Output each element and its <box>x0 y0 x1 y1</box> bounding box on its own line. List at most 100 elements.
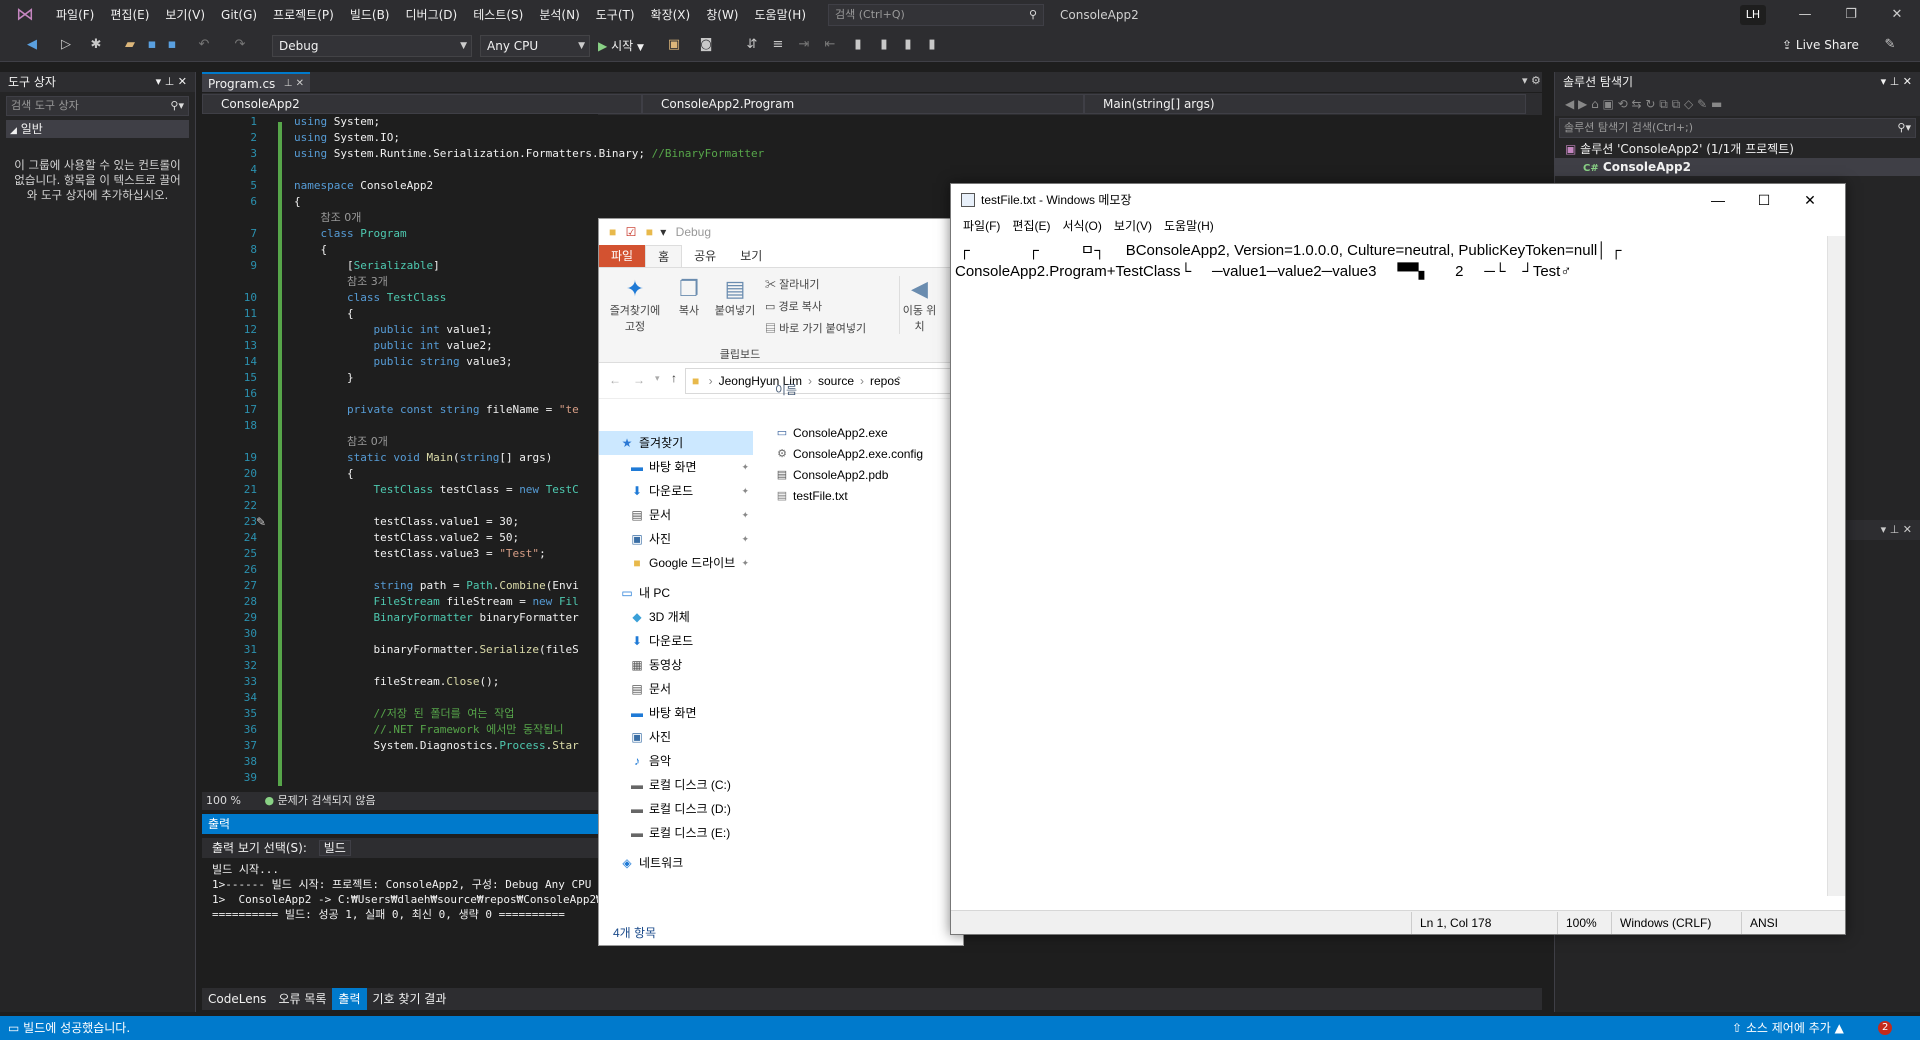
solution-root-item[interactable]: ▣ 솔루션 'ConsoleApp2' (1/1개 프로젝트) <box>1555 140 1920 158</box>
output-source-value[interactable]: 빌드 <box>318 840 351 856</box>
up-icon[interactable]: ↑ <box>671 371 677 385</box>
notepad-text-area[interactable]: ┌ ┌ ㅁ┐ BConsoleApp2, Version=1.0.0.0, Cu… <box>953 236 1827 888</box>
breadcrumb[interactable]: ■ › JeongHyun Lim › source › repos <box>685 368 975 394</box>
back-icon[interactable]: ◀ <box>24 37 40 53</box>
solution-toolbar-icons[interactable]: ◀ ▶ ⌂ ▣ ⟲ ⇆ ↻ ⧉ ⧉ ◇ ✎ ▬ <box>1565 97 1722 111</box>
nav-item[interactable]: ■ Google 드라이브 ✦ <box>599 551 753 575</box>
indent-icon[interactable]: ⇥ <box>796 37 812 53</box>
tab-overflow-icon[interactable]: ▾ ⚙ <box>1522 74 1541 87</box>
browser-link-icon[interactable]: ▣ <box>666 37 682 53</box>
move-to-button[interactable]: ◀ 이동 위치 <box>899 276 939 334</box>
pin-icon[interactable]: ✦ <box>741 479 749 503</box>
file-item[interactable]: ▤ ConsoleApp2.pdb <box>769 465 965 486</box>
pin-quick-access-button[interactable]: ✦ 즐겨찾기에 고정 <box>605 276 665 334</box>
user-avatar[interactable]: LH <box>1740 5 1766 25</box>
vs-search-box[interactable]: 검색 (Ctrl+Q) ⚲ <box>828 4 1045 26</box>
ribbon-tab[interactable]: 공유 <box>682 245 728 267</box>
notepad-menu-item[interactable]: 파일(F) <box>957 216 1006 236</box>
start-button[interactable]: ▶ 시작 ▼ <box>598 36 644 56</box>
notification-badge[interactable]: 2 <box>1878 1021 1893 1035</box>
pin-icon[interactable]: ✦ <box>741 527 749 551</box>
ribbon-tab[interactable]: 홈 <box>645 245 683 267</box>
menu-item[interactable]: 편집(E) <box>102 0 157 30</box>
configuration-dropdown[interactable]: Debug ▼ <box>272 35 472 57</box>
ribbon-tab[interactable]: 파일 <box>599 245 646 267</box>
menu-item[interactable]: Git(G) <box>213 0 265 30</box>
nav-item[interactable]: ▦ 동영상 <box>599 653 753 677</box>
column-header-name[interactable]: 이름 <box>775 381 797 398</box>
new-folder-icon[interactable]: ■ <box>646 225 653 239</box>
paste-button[interactable]: ▤ 붙여넣기 <box>711 276 759 318</box>
nav-item[interactable]: ▣ 사진 <box>599 725 753 749</box>
bookmark-clear-icon[interactable]: ▮ <box>924 37 940 53</box>
bottom-tab[interactable]: 오류 목록 <box>272 988 332 1010</box>
pin-icon[interactable]: ✦ <box>741 551 749 575</box>
bookmark-icon[interactable]: ▮ <box>850 37 866 53</box>
breadcrumb-separator-icon[interactable]: › <box>860 374 864 388</box>
member-dropdown[interactable]: Main(string[] args) <box>1084 94 1526 114</box>
menu-item[interactable]: 파일(F) <box>48 0 102 30</box>
close-icon[interactable]: ✕ <box>1787 184 1833 216</box>
cut-button[interactable]: ✂ 잘라내기 <box>765 276 820 292</box>
bottom-tab[interactable]: 기호 찾기 결과 <box>367 988 453 1010</box>
file-item[interactable]: ▤ testFile.txt <box>769 486 965 507</box>
quick-actions-icon[interactable]: ✎ <box>256 515 266 529</box>
chevron-down-icon[interactable]: ▾ <box>660 225 666 239</box>
pin-icon[interactable]: ✦ <box>741 503 749 527</box>
minimize-icon[interactable]: — <box>1695 184 1741 216</box>
nav-item[interactable]: ▬ 로컬 디스크 (C:) <box>599 773 753 797</box>
tab-program-cs[interactable]: Program.cs ⊥ ✕ <box>202 72 310 92</box>
nav-item[interactable]: ◆ 3D 개체 <box>599 605 753 629</box>
nav-item[interactable]: ▬ 바탕 화면 ✦ <box>599 455 753 479</box>
bottom-tab[interactable]: CodeLens <box>202 988 272 1010</box>
step-icon[interactable]: ⇵ <box>744 37 760 53</box>
nav-item[interactable]: ▭ 내 PC <box>599 581 753 605</box>
comment-icon[interactable]: ≡ <box>770 37 786 53</box>
nav-item[interactable]: ★ 즐겨찾기 <box>599 431 753 455</box>
solution-search-input[interactable]: 솔루션 탐색기 검색(Ctrl+;) ⚲▾ <box>1559 118 1916 138</box>
close-icon[interactable]: ✕ <box>1874 0 1920 30</box>
output-source-selector[interactable]: 출력 보기 선택(S): 빌드 <box>202 838 598 858</box>
nav-item[interactable]: ▬ 바탕 화면 <box>599 701 753 725</box>
back-icon[interactable]: ← <box>609 373 621 387</box>
notepad-menu-item[interactable]: 편집(E) <box>1006 216 1056 236</box>
minimize-icon[interactable]: — <box>1782 0 1828 30</box>
outdent-icon[interactable]: ⇤ <box>822 37 838 53</box>
breadcrumb-separator-icon[interactable]: › <box>808 374 812 388</box>
open-folder-icon[interactable]: ▰ <box>122 37 138 53</box>
toolbox-group-general[interactable]: ◢ 일반 <box>6 120 189 138</box>
notepad-menu-item[interactable]: 보기(V) <box>1108 216 1158 236</box>
feedback-icon[interactable]: ✎ <box>1882 37 1898 53</box>
menu-item[interactable]: 확장(X) <box>643 0 699 30</box>
pin-icon[interactable]: ✦ <box>741 455 749 479</box>
copy-button[interactable]: ❐ 복사 <box>673 276 705 318</box>
bookmark-next-icon[interactable]: ▮ <box>900 37 916 53</box>
file-item[interactable]: ⚙ ConsoleApp2.exe.config <box>769 444 965 465</box>
paste-shortcut-button[interactable]: ▤ 바로 가기 붙여넣기 <box>765 320 866 336</box>
redo-icon[interactable]: ↷ <box>232 37 248 53</box>
notepad-menu-item[interactable]: 도움말(H) <box>1158 216 1220 236</box>
platform-dropdown[interactable]: Any CPU ▼ <box>480 35 590 57</box>
source-control-button[interactable]: ⇧ 소스 제어에 추가 ▲ <box>1732 1016 1844 1040</box>
class-dropdown[interactable]: ConsoleApp2.Program <box>642 94 1084 114</box>
menu-item[interactable]: 도움말(H) <box>747 0 815 30</box>
properties-panel-controls-icon[interactable]: ▾ ⊥ ✕ <box>1846 520 1920 540</box>
menu-item[interactable]: 디버그(D) <box>398 0 466 30</box>
undo-icon[interactable]: ↶ <box>196 37 212 53</box>
live-share-button[interactable]: ⇪ Live Share <box>1782 38 1859 52</box>
save-all-icon[interactable]: ▪ <box>164 37 180 53</box>
save-icon[interactable]: ▪ <box>144 37 160 53</box>
vertical-scrollbar[interactable] <box>1827 236 1845 896</box>
project-item[interactable]: C# ConsoleApp2 <box>1555 158 1920 176</box>
nav-item[interactable]: ⬇ 다운로드 ✦ <box>599 479 753 503</box>
checkbox-icon[interactable]: ☑ <box>626 225 637 239</box>
menu-item[interactable]: 도구(T) <box>588 0 643 30</box>
menu-item[interactable]: 프로젝트(P) <box>265 0 342 30</box>
new-project-icon[interactable]: ✱ <box>88 37 104 53</box>
menu-item[interactable]: 빌드(B) <box>342 0 398 30</box>
restore-icon[interactable]: ❐ <box>1828 0 1874 30</box>
bookmark-prev-icon[interactable]: ▮ <box>876 37 892 53</box>
nav-item[interactable]: ▣ 사진 ✦ <box>599 527 753 551</box>
recent-locations-icon[interactable]: ▾ <box>655 373 660 384</box>
breadcrumb-separator-icon[interactable]: › <box>709 374 713 388</box>
